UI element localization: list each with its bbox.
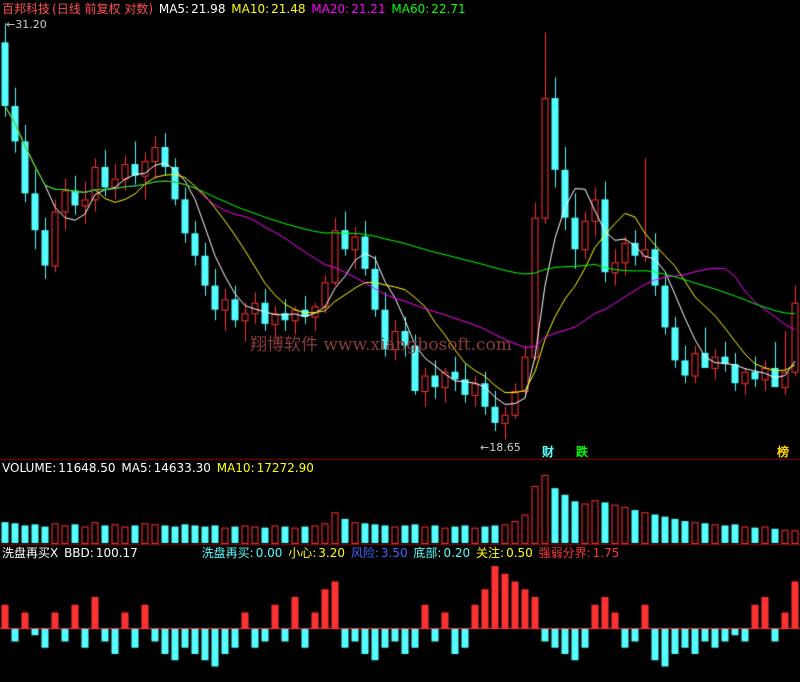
gz-value: 0.50 bbox=[506, 546, 533, 560]
ma60-label: MA60: bbox=[391, 2, 430, 16]
db-value: 0.20 bbox=[443, 546, 471, 560]
indicator-name: 洗盘再买X bbox=[2, 546, 59, 560]
price-high-label: ←31.20 bbox=[6, 18, 47, 31]
fx-label: 风险: bbox=[350, 546, 379, 560]
vol-ma5-value: 14633.30 bbox=[153, 461, 211, 475]
qr-label: 强弱分界: bbox=[538, 546, 591, 560]
vol-ma5-label: MA5: bbox=[121, 461, 152, 475]
ma10-value: 21.48 bbox=[271, 2, 306, 16]
gz-label: 关注: bbox=[476, 546, 505, 560]
xx-value: 3.20 bbox=[318, 546, 345, 560]
ma20-label: MA20: bbox=[311, 2, 350, 16]
db-label: 底部: bbox=[413, 546, 442, 560]
price-low-value: 18.65 bbox=[489, 441, 521, 454]
xp-value: 0.00 bbox=[255, 546, 283, 560]
indicator-header: 洗盘再买X BBD: 100.17 洗盘再买: 0.00 小心: 3.20 风险: 3.… bbox=[2, 546, 621, 560]
ma20-value: 21.21 bbox=[351, 2, 386, 16]
tag-cai: 财 bbox=[542, 445, 555, 459]
qr-value: 1.75 bbox=[592, 546, 620, 560]
tag-bang: 榜 bbox=[777, 445, 790, 459]
vol-ma10-label: MA10: bbox=[216, 461, 255, 475]
watermark: 翔博软件 www.xiangbosoft.com bbox=[250, 335, 512, 355]
chart-mode: (日线 前复权 对数) bbox=[52, 2, 154, 16]
vol-ma10-value: 17272.90 bbox=[256, 461, 314, 475]
ma5-label: MA5: bbox=[158, 2, 190, 16]
price-high-value: 31.20 bbox=[15, 18, 47, 31]
volume-label: VOLUME: bbox=[2, 461, 57, 475]
main-chart-header: 百邦科技 (日线 前复权 对数) MA5: 21.98 MA10: 21.48 MA2… bbox=[2, 2, 468, 16]
volume-value: 11648.50 bbox=[58, 461, 116, 475]
ma5-value: 21.98 bbox=[191, 2, 226, 16]
bbd-value: 100.17 bbox=[95, 546, 138, 560]
price-low-label: ←18.65 bbox=[480, 441, 521, 454]
bbd-label: BBD: bbox=[64, 546, 94, 560]
xx-label: 小心: bbox=[288, 546, 317, 560]
ma60-value: 22.71 bbox=[431, 2, 466, 16]
xp-label: 洗盘再买: bbox=[201, 546, 254, 560]
ma10-label: MA10: bbox=[231, 2, 270, 16]
tag-die: 跌 bbox=[576, 445, 589, 459]
volume-header: VOLUME: 11648.50 MA5: 14633.30 MA10: 17272.… bbox=[2, 461, 316, 475]
stock-name: 百邦科技 bbox=[2, 2, 51, 16]
fx-value: 3.50 bbox=[380, 546, 408, 560]
